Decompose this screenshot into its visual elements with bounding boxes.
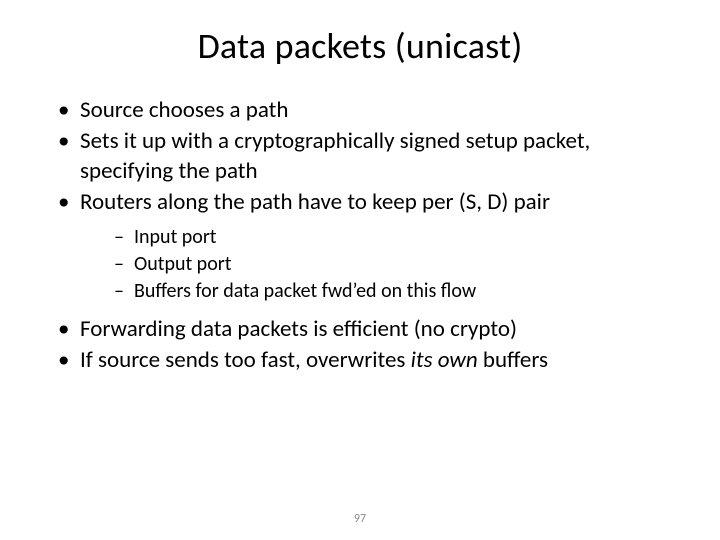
bullet-text-part: buffers [478, 346, 548, 374]
bullet-item: Sets it up with a cryptographically sign… [58, 127, 672, 186]
sub-bullet-item: Input port [114, 224, 672, 251]
bullet-item: If source sends too fast, overwrites its… [58, 346, 672, 375]
bullet-item: Source chooses a path [58, 96, 672, 125]
sub-bullet-item: Buffers for data packet fwd’ed on this f… [114, 278, 672, 305]
page-number: 97 [0, 512, 720, 526]
slide-title: Data packets (unicast) [48, 24, 672, 68]
bullet-text-emphasis: its own [411, 346, 478, 374]
bullet-text-part: If source sends too fast, overwrites [80, 346, 411, 374]
bullet-item: Forwarding data packets is efficient (no… [58, 315, 672, 344]
bullet-text: Routers along the path have to keep per … [80, 188, 550, 216]
sub-bullet-item: Output port [114, 251, 672, 278]
slide: Data packets (unicast) Source chooses a … [0, 0, 720, 540]
sub-bullet-list: Input port Output port Buffers for data … [80, 224, 672, 305]
bullet-list: Source chooses a path Sets it up with a … [48, 96, 672, 376]
bullet-item: Routers along the path have to keep per … [58, 188, 672, 304]
